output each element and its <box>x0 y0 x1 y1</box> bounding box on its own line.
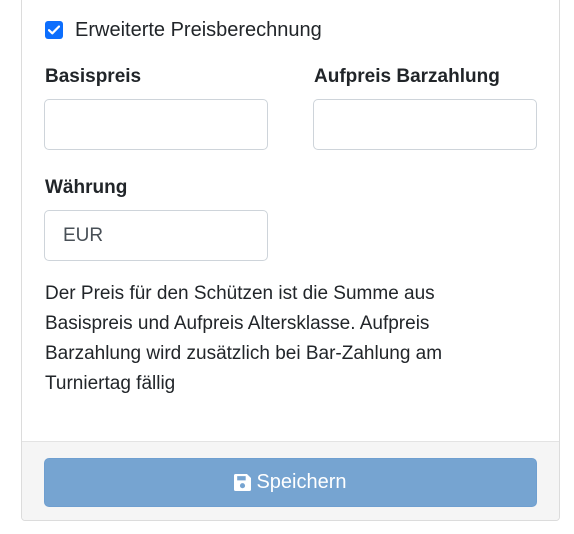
pricing-card: Erweiterte Preisberechnung Basispreis Au… <box>21 0 560 521</box>
checkmark-icon <box>48 25 60 35</box>
currency-input[interactable] <box>44 210 268 261</box>
extended-pricing-checkbox[interactable] <box>45 21 63 39</box>
extended-pricing-row[interactable]: Erweiterte Preisberechnung <box>45 18 322 42</box>
extended-pricing-label: Erweiterte Preisberechnung <box>75 19 322 41</box>
base-price-input[interactable] <box>44 99 268 150</box>
save-button-label: Speichern <box>256 471 347 493</box>
floppy-disk-icon <box>234 474 252 491</box>
save-button[interactable]: Speichern <box>44 458 537 507</box>
currency-label: Währung <box>45 177 128 198</box>
pricing-help-text: Der Preis für den Schützen ist die Summe… <box>45 283 443 394</box>
base-price-label: Basispreis <box>45 66 142 87</box>
card-footer: Speichern <box>22 441 559 520</box>
cash-surcharge-label: Aufpreis Barzahlung <box>314 66 500 87</box>
cash-surcharge-input[interactable] <box>313 99 537 150</box>
